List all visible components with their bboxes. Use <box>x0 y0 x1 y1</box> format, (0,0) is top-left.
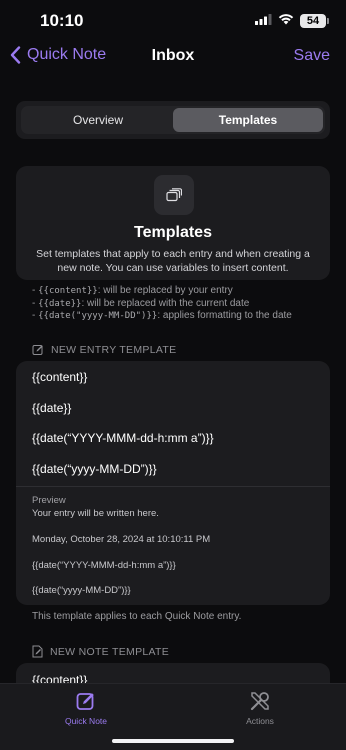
back-label: Quick Note <box>27 46 107 63</box>
tab-actions[interactable]: Actions <box>210 688 310 726</box>
chevron-left-icon <box>10 46 21 64</box>
templates-header-card: Templates Set templates that apply to ea… <box>16 166 330 280</box>
home-indicator[interactable] <box>112 739 234 743</box>
tab-label: Quick Note <box>64 716 108 726</box>
section-label: NEW ENTRY TEMPLATE <box>51 344 177 356</box>
templates-icon <box>154 175 194 215</box>
status-icons: 54 <box>255 12 329 30</box>
variable-item: - {{content}}: will be replaced by your … <box>32 285 233 296</box>
status-time: 10:10 <box>40 11 84 30</box>
back-button[interactable]: Quick Note <box>10 46 106 64</box>
signal-icon <box>255 12 272 30</box>
preview-label: Preview <box>32 495 66 506</box>
note-icon <box>32 645 43 658</box>
battery-icon: 54 <box>300 14 329 28</box>
segmented-control-container: Overview Templates <box>16 101 330 139</box>
status-bar: 10:10 54 <box>0 0 346 40</box>
new-entry-template-header: NEW ENTRY TEMPLATE <box>32 344 176 356</box>
preview-line: {{date(“yyyy-MM-DD”)}} <box>32 585 131 596</box>
tab-quick-note[interactable]: Quick Note <box>36 688 136 726</box>
wifi-icon <box>278 12 294 30</box>
template-line[interactable]: {{content}} <box>32 370 87 384</box>
tab-templates[interactable]: Templates <box>173 108 323 132</box>
preview-line: Monday, October 28, 2024 at 10:10:11 PM <box>32 534 211 545</box>
save-button[interactable]: Save <box>294 47 330 65</box>
tools-icon <box>210 688 310 714</box>
template-line[interactable]: {{date(“YYYY-MMM-dd-h:mm a”)}} <box>32 431 214 445</box>
edit-icon <box>32 345 43 355</box>
entry-template-footnote: This template applies to each Quick Note… <box>32 611 242 622</box>
preview-line: Your entry will be written here. <box>32 508 159 519</box>
entry-template-card: {{content}} {{date}} {{date(“YYYY-MMM-dd… <box>16 361 330 605</box>
template-line[interactable]: {{date(“yyyy-MM-DD”)}} <box>32 462 157 476</box>
templates-title: Templates <box>134 224 212 241</box>
section-label: NEW NOTE TEMPLATE <box>50 645 170 658</box>
divider <box>16 486 330 487</box>
compose-icon <box>36 688 136 714</box>
tab-label: Actions <box>246 716 274 726</box>
variable-item: - {{date}}: will be replaced with the cu… <box>32 297 250 309</box>
variable-item: - {{date("yyyy-MM-DD")}}: applies format… <box>32 310 292 321</box>
templates-description: Set templates that apply to each entry a… <box>36 248 310 274</box>
preview-line: {{date(“YYYY-MMM-dd-h:mm a”)}} <box>32 560 176 571</box>
navigation-bar: Quick Note Inbox Save <box>0 40 346 74</box>
segmented-control: Overview Templates <box>21 106 325 134</box>
template-line[interactable]: {{date}} <box>32 401 71 415</box>
tab-overview[interactable]: Overview <box>23 108 173 132</box>
new-note-template-header: NEW NOTE TEMPLATE <box>32 645 169 658</box>
variables-list: - {{content}}: will be replaced by your … <box>32 285 292 323</box>
screen: 10:10 54 Quick Note Inbox Save Overview … <box>0 0 346 750</box>
